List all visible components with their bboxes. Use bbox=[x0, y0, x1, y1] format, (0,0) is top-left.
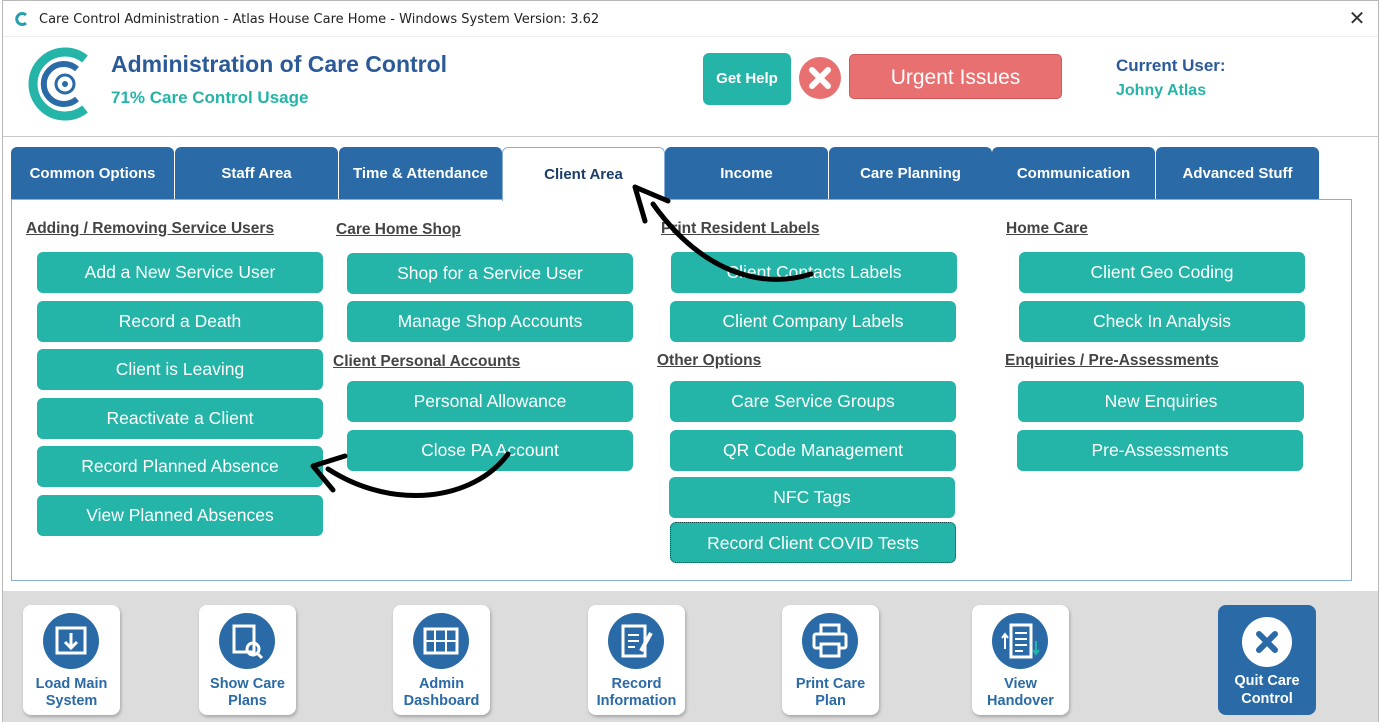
record-planned-absence-button[interactable]: Record Planned Absence bbox=[37, 446, 323, 487]
section-heading-personal-accounts: Client Personal Accounts bbox=[333, 353, 521, 370]
tile-label: Load Main System bbox=[35, 676, 108, 709]
dismiss-urgent-button[interactable] bbox=[799, 57, 841, 99]
record-information-button[interactable]: Record Information bbox=[588, 605, 685, 715]
current-user-name: Johny Atlas bbox=[1116, 82, 1207, 99]
manage-shop-accounts-button[interactable]: Manage Shop Accounts bbox=[347, 301, 633, 342]
usage-indicator: 71% Care Control Usage bbox=[111, 88, 309, 107]
add-service-user-button[interactable]: Add a New Service User bbox=[37, 252, 323, 293]
get-help-button[interactable]: Get Help bbox=[703, 53, 791, 105]
urgent-issues-button[interactable]: Urgent Issues bbox=[849, 54, 1062, 99]
print-care-plan-button[interactable]: Print Care Plan bbox=[782, 605, 879, 715]
section-heading-shop: Care Home Shop bbox=[336, 221, 461, 238]
quit-care-control-button[interactable]: Quit Care Control bbox=[1218, 605, 1316, 715]
header: Administration of Care Control 71% Care … bbox=[3, 37, 1378, 137]
section-heading-home-care: Home Care bbox=[1006, 220, 1088, 237]
tab-income[interactable]: Income bbox=[665, 147, 828, 200]
tab-communication[interactable]: Communication bbox=[992, 147, 1155, 200]
section-heading-enquiries: Enquiries / Pre-Assessments bbox=[1005, 352, 1219, 369]
pre-assessments-button[interactable]: Pre-Assessments bbox=[1017, 430, 1303, 471]
tile-label: Print Care Plan bbox=[795, 676, 866, 709]
check-in-analysis-button[interactable]: Check In Analysis bbox=[1019, 301, 1305, 342]
window-close-button[interactable]: ✕ bbox=[1344, 6, 1370, 32]
title-bar: Care Control Administration - Atlas Hous… bbox=[3, 1, 1378, 37]
new-enquiries-button[interactable]: New Enquiries bbox=[1018, 381, 1304, 422]
tab-advanced-stuff[interactable]: Advanced Stuff bbox=[1156, 147, 1319, 200]
page-title: Administration of Care Control bbox=[111, 51, 448, 77]
nfc-tags-button[interactable]: NFC Tags bbox=[669, 477, 955, 518]
personal-allowance-button[interactable]: Personal Allowance bbox=[347, 381, 633, 422]
shop-service-user-button[interactable]: Shop for a Service User bbox=[347, 253, 633, 294]
client-contacts-labels-button[interactable]: Client Contacts Labels bbox=[671, 252, 957, 293]
download-window-icon bbox=[43, 613, 99, 669]
show-care-plans-button[interactable]: Show Care Plans bbox=[199, 605, 296, 715]
tile-label: Quit Care Control bbox=[1234, 673, 1300, 707]
view-planned-absences-button[interactable]: View Planned Absences bbox=[37, 495, 323, 536]
tab-client-area[interactable]: Client Area bbox=[502, 147, 665, 201]
record-death-button[interactable]: Record a Death bbox=[37, 301, 323, 342]
record-covid-tests-button[interactable]: Record Client COVID Tests bbox=[670, 522, 956, 563]
document-search-icon bbox=[219, 613, 275, 669]
tab-staff-area[interactable]: Staff Area bbox=[175, 147, 338, 200]
tab-care-planning[interactable]: Care Planning bbox=[829, 147, 992, 200]
document-edit-icon bbox=[608, 613, 664, 669]
printer-icon bbox=[802, 613, 858, 669]
tab-time-attendance[interactable]: Time & Attendance bbox=[339, 147, 502, 200]
section-heading-labels: Print Resident Labels bbox=[661, 220, 820, 237]
tab-common-options[interactable]: Common Options bbox=[11, 147, 174, 200]
load-main-system-button[interactable]: Load Main System bbox=[23, 605, 120, 715]
window-title: Care Control Administration - Atlas Hous… bbox=[39, 12, 600, 27]
client-geo-coding-button[interactable]: Client Geo Coding bbox=[1019, 252, 1305, 293]
app-logo-icon bbox=[15, 12, 28, 26]
tile-label: Admin Dashboard bbox=[403, 676, 480, 709]
checklist-icon bbox=[992, 613, 1048, 669]
qr-code-management-button[interactable]: QR Code Management bbox=[670, 430, 956, 471]
tile-label: Record Information bbox=[596, 676, 677, 709]
tile-label: View Handover bbox=[987, 676, 1054, 709]
client-leaving-button[interactable]: Client is Leaving bbox=[37, 349, 323, 390]
tile-label: Show Care Plans bbox=[210, 676, 285, 709]
close-icon bbox=[809, 67, 831, 89]
app-window: Care Control Administration - Atlas Hous… bbox=[2, 0, 1379, 722]
care-service-groups-button[interactable]: Care Service Groups bbox=[670, 381, 956, 422]
section-heading-other-options: Other Options bbox=[657, 352, 762, 369]
dashboard-grid-icon bbox=[413, 613, 469, 669]
close-circle-icon bbox=[1242, 617, 1292, 667]
close-pa-account-button[interactable]: Close PA Account bbox=[347, 430, 633, 471]
care-control-logo-icon bbox=[28, 47, 88, 121]
section-heading-adding-removing: Adding / Removing Service Users bbox=[26, 220, 275, 237]
admin-dashboard-button[interactable]: Admin Dashboard bbox=[393, 605, 490, 715]
reactivate-client-button[interactable]: Reactivate a Client bbox=[37, 398, 323, 439]
client-company-labels-button[interactable]: Client Company Labels bbox=[670, 301, 956, 342]
current-user-label: Current User: bbox=[1116, 56, 1226, 75]
view-handover-button[interactable]: View Handover bbox=[972, 605, 1069, 715]
